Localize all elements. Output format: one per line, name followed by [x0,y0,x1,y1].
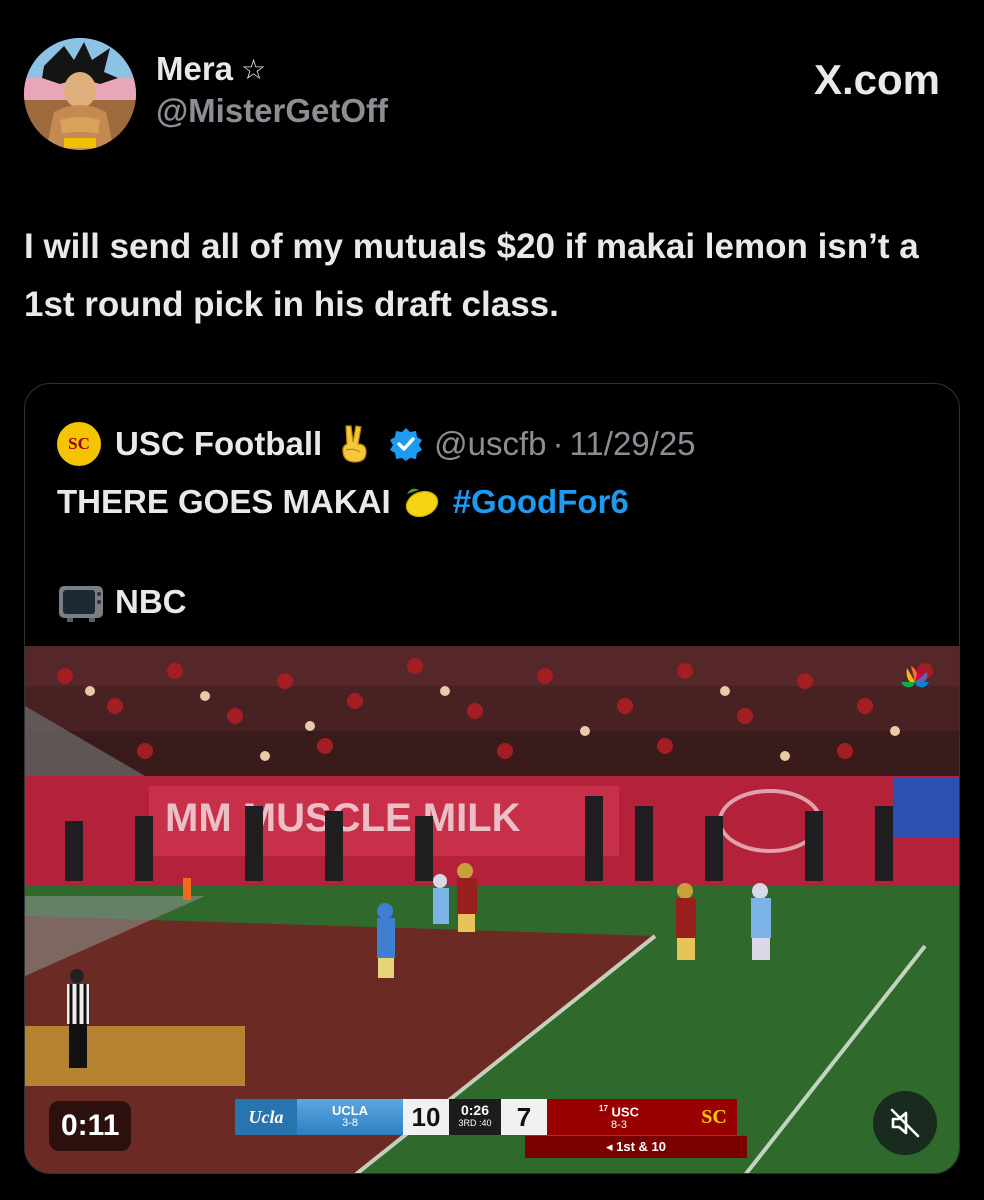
author-name-row[interactable]: Mera ☆ [156,50,266,88]
video-duration-badge: 0:11 [49,1101,132,1151]
away-team-name-row: 17 USC [599,1102,639,1118]
usc-scorebug-logo: SC [691,1099,737,1135]
brand-text: X.com [813,56,940,103]
game-clock-panel: 0:26 3RD :40 [449,1099,501,1135]
video-player[interactable]: MM MUSCLE MILK [25,646,959,1173]
speaker-muted-icon [890,1108,920,1138]
x-brand: X.com [814,56,940,104]
video-frame: MM MUSCLE MILK [25,646,959,1173]
usc-logo-avatar[interactable]: SC [57,422,101,466]
star-symbol: ☆ [241,52,267,86]
home-team-panel: UCLA 3-8 [297,1099,403,1135]
down-and-distance: ◂ 1st & 10 [525,1136,747,1158]
ucla-logo: Ucla [235,1099,297,1135]
home-team-name: UCLA [331,1103,369,1118]
away-score: 7 [501,1099,547,1135]
victory-hand-emoji-icon [342,425,367,463]
quoted-author-name[interactable]: USC Football [115,425,322,463]
quoted-tweet-date[interactable]: 11/29/25 [570,425,696,463]
quoted-tweet-text-line1: THERE GOES MAKAI #GoodFor6 [57,480,629,524]
avatar-illustration [24,38,136,150]
lemon-emoji-icon [405,488,438,518]
quoted-tweet-header: SC USC Football @uscfb · 11/29/25 [57,422,696,466]
display-name[interactable]: Mera [156,50,233,88]
away-team-rank: 17 [599,1104,608,1114]
network-label: NBC [115,583,187,620]
quoted-author-handle[interactable]: @uscfb [434,425,546,463]
avatar[interactable] [24,38,136,150]
home-score: 10 [403,1099,449,1135]
verified-badge-icon[interactable] [388,426,424,462]
away-team-record: 8-3 [611,1118,627,1131]
tweet-text: I will send all of my mutuals $20 if mak… [24,227,919,324]
hashtag-link[interactable]: #GoodFor6 [453,483,629,521]
television-emoji-icon [59,586,103,622]
quoted-tweet-text-line2: NBC [57,580,187,624]
quoted-tweet-card[interactable]: SC USC Football @uscfb · 11/29/25 THERE … [24,383,960,1174]
usc-logo-text: SC [68,434,90,453]
quoted-tweet-text: THERE GOES MAKAI [57,483,391,520]
away-team-name: USC [611,1104,639,1120]
author-handle[interactable]: @MisterGetOff [156,92,388,130]
away-team-panel: 17 USC 8-3 [547,1099,691,1135]
game-clock: 0:26 [460,1102,490,1118]
mute-toggle-button[interactable] [873,1091,937,1155]
scorebug: Ucla UCLA 3-8 10 0:26 3RD :40 7 17 USC 8… [235,1099,747,1135]
separator-dot: · [552,425,564,462]
quarter-and-playclock: 3RD :40 [458,1118,492,1128]
home-team-record: 3-8 [342,1117,358,1129]
